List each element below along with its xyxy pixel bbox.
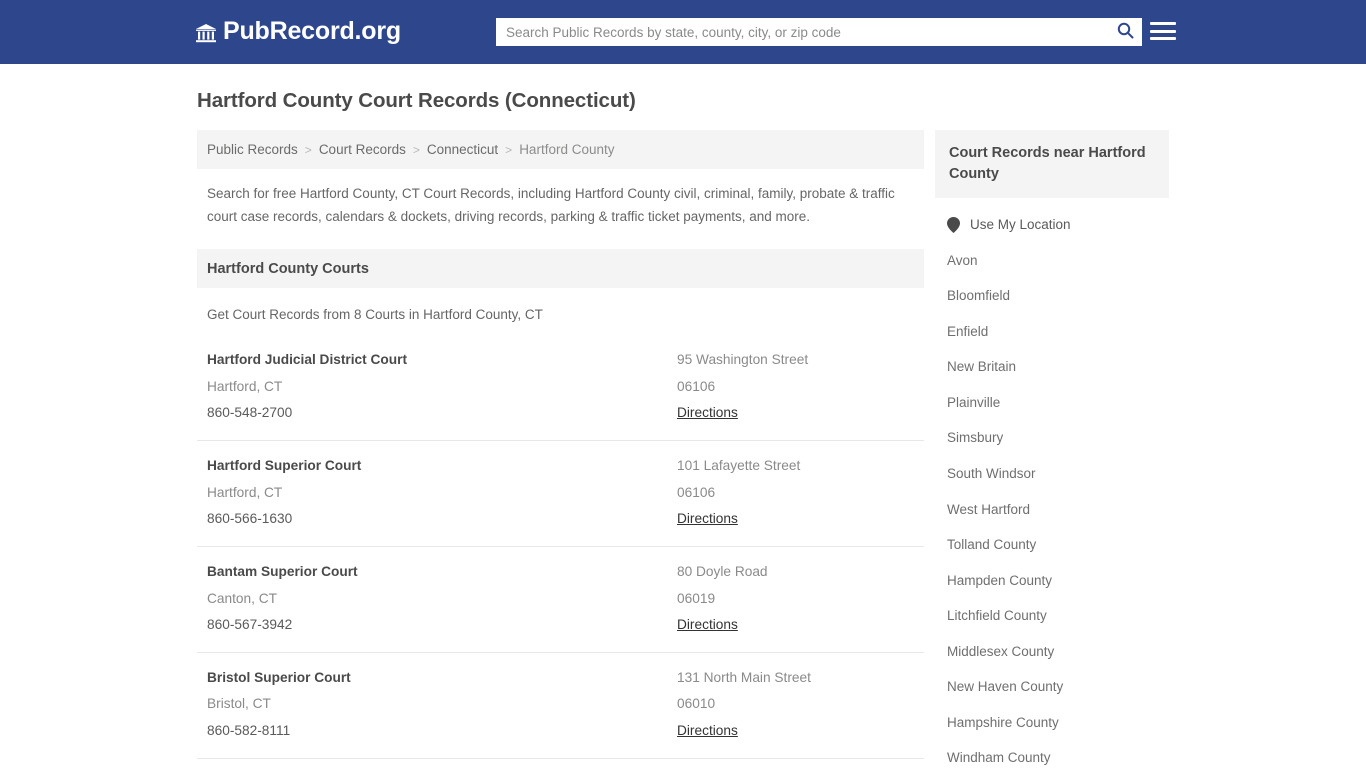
courts-section-subtitle: Get Court Records from 8 Courts in Hartf… [207,307,543,323]
hamburger-line [1150,37,1176,40]
court-row: Bantam Superior Court Canton, CT 860-567-3… [197,546,924,652]
sidebar-item-windham-county[interactable]: Windham County [935,740,1169,768]
court-list: Hartford Judicial District Court Hartford… [197,335,924,768]
breadcrumb-item-2[interactable]: Connecticut [427,142,498,157]
court-address-block: 80 Doyle Road 06019 Directions [677,559,914,638]
bank-building-icon [195,22,217,44]
court-directions-link[interactable]: Directions [677,400,738,426]
search-bar [496,18,1142,46]
sidebar-item-new-britain[interactable]: New Britain [935,349,1169,385]
hamburger-line [1150,29,1176,33]
sidebar-item-litchfield-county[interactable]: Litchfield County [935,598,1169,634]
sidebar-item-west-hartford[interactable]: West Hartford [935,492,1169,528]
sidebar-item-middlesex-county[interactable]: Middlesex County [935,634,1169,670]
sidebar-item-hampden-county[interactable]: Hampden County [935,563,1169,599]
court-zip: 06019 [677,590,716,606]
court-directions-link[interactable]: Directions [677,718,738,744]
sidebar-item-hampshire-county[interactable]: Hampshire County [935,705,1169,741]
court-row: Hartford Judicial District Court Hartford… [197,335,924,440]
court-name-link[interactable]: Bristol Superior Court [207,665,677,691]
court-directions-link[interactable]: Directions [677,612,738,638]
page-title: Hartford County Court Records (Connectic… [197,89,636,112]
sidebar-nearby-list: Use My Location Avon Bloomfield Enfield New … [935,207,1169,768]
court-address-block: 95 Washington Street 06106 Directions [677,347,914,426]
sidebar-use-my-location-label: Use My Location [970,217,1071,233]
sidebar: Court Records near Hartford County Use M… [935,130,1169,768]
courts-section-title: Hartford County Courts [207,260,369,277]
breadcrumb-separator: > [304,142,312,157]
sidebar-header: Court Records near Hartford County [935,130,1169,199]
site-header: PubRecord.org [0,0,1366,64]
hamburger-menu-icon[interactable] [1150,19,1176,43]
court-street-address: 101 Lafayette Street [677,458,801,474]
court-street-address: 131 North Main Street [677,670,811,686]
court-address-block: 131 North Main Street 06010 Directions [677,665,914,744]
court-zip: 06010 [677,696,716,712]
court-city-state: Bristol, CT [207,696,271,712]
court-identity: Bantam Superior Court Canton, CT 860-567-3… [207,559,677,638]
breadcrumb-separator: > [505,142,513,157]
breadcrumb-separator: > [412,142,420,157]
breadcrumb-item-3: Hartford County [519,142,615,157]
court-zip: 06106 [677,484,716,500]
court-city-state: Hartford, CT [207,378,283,394]
search-input[interactable] [496,18,1108,46]
court-phone: 860-582-8111 [207,722,291,738]
court-row: Hartford Superior Court Hartford, CT 860-5… [197,440,924,546]
breadcrumb-item-1[interactable]: Court Records [319,142,406,157]
main-content: Public Records > Court Records > Connecticut… [197,130,924,768]
court-row: Enfield Superior CourtEnfield, CT860-741… [197,758,924,768]
sidebar-use-my-location[interactable]: Use My Location [935,207,1169,243]
court-street-address: 80 Doyle Road [677,564,768,580]
sidebar-title: Court Records near Hartford County [949,145,1146,182]
court-name-link[interactable]: Hartford Superior Court [207,453,677,479]
court-zip: 06106 [677,378,716,394]
court-name-link[interactable]: Bantam Superior Court [207,559,677,585]
breadcrumb: Public Records > Court Records > Connecticut… [197,130,924,169]
page-description: Search for free Hartford County, CT Cour… [207,186,895,225]
court-identity: Bristol Superior Court Bristol, CT 860-582… [207,665,677,744]
site-logo-text: PubRecord.org [223,17,401,45]
court-phone: 860-548-2700 [207,405,293,421]
page-body: Hartford County Court Records (Connectic… [0,64,1366,768]
sidebar-item-tolland-county[interactable]: Tolland County [935,527,1169,563]
site-logo[interactable]: PubRecord.org [195,19,401,44]
court-street-address: 95 Washington Street [677,352,809,368]
court-phone: 860-567-3942 [207,616,293,632]
court-phone: 860-566-1630 [207,510,293,526]
court-directions-link[interactable]: Directions [677,506,738,532]
sidebar-item-bloomfield[interactable]: Bloomfield [935,278,1169,314]
court-address-block: 101 Lafayette Street 06106 Directions [677,453,914,532]
search-button[interactable] [1108,18,1142,46]
court-city-state: Hartford, CT [207,484,283,500]
court-identity: Hartford Judicial District Court Hartford… [207,347,677,426]
sidebar-item-new-haven-county[interactable]: New Haven County [935,669,1169,705]
search-icon [1117,22,1134,42]
court-city-state: Canton, CT [207,590,277,606]
hamburger-line [1150,22,1176,25]
sidebar-item-simsbury[interactable]: Simsbury [935,420,1169,456]
sidebar-item-avon[interactable]: Avon [935,243,1169,279]
court-identity: Hartford Superior Court Hartford, CT 860-5… [207,453,677,532]
breadcrumb-item-0[interactable]: Public Records [207,142,298,157]
sidebar-item-enfield[interactable]: Enfield [935,314,1169,350]
court-name-link[interactable]: Hartford Judicial District Court [207,347,677,373]
courts-section-header: Hartford County Courts [197,249,924,289]
sidebar-item-plainville[interactable]: Plainville [935,385,1169,421]
sidebar-item-south-windsor[interactable]: South Windsor [935,456,1169,492]
map-pin-icon [947,216,960,233]
court-row: Bristol Superior Court Bristol, CT 860-582… [197,652,924,758]
